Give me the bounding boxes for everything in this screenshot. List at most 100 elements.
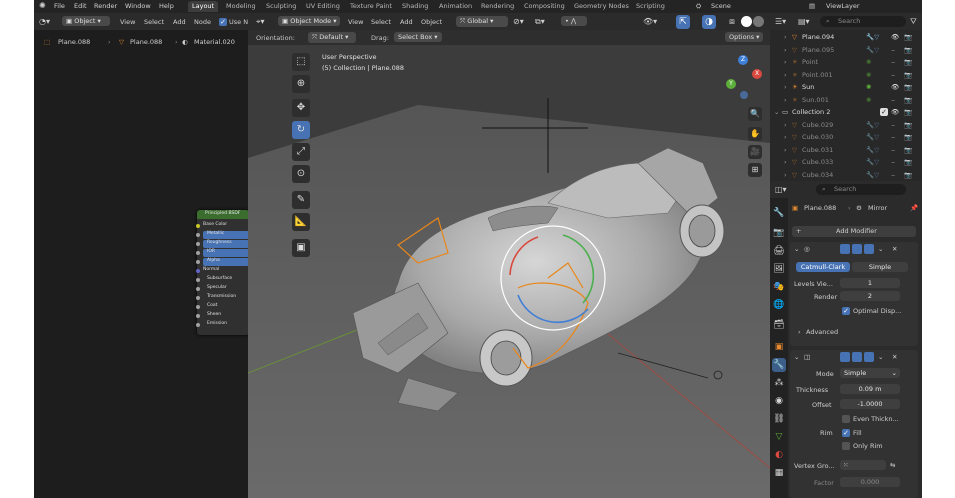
advanced-subpanel[interactable]: Advanced xyxy=(806,328,838,336)
gizmo-neg-z[interactable] xyxy=(740,91,748,99)
move-tool-icon[interactable]: ✥ xyxy=(292,99,310,117)
light-data-icon[interactable]: ✺ xyxy=(866,71,871,79)
outliner-object-row[interactable]: › ▽ Plane.094 🔧▽ 👁 📷 xyxy=(770,31,916,43)
eye-icon[interactable]: 👁 xyxy=(891,108,899,116)
socket-dot[interactable] xyxy=(196,278,200,282)
render-toggle-icon[interactable] xyxy=(864,244,874,254)
render-camera-icon[interactable]: 📷 xyxy=(904,146,912,154)
proportional-edit-icon[interactable]: • ⋀ xyxy=(561,16,587,26)
only-rim-checkbox[interactable] xyxy=(842,442,850,450)
collapse-arrow-icon[interactable]: ⌄ xyxy=(794,245,799,253)
tab-sculpting[interactable]: Sculpting xyxy=(262,1,300,12)
factor-field[interactable]: 0.000 xyxy=(840,477,900,487)
collapse-arrow-icon[interactable]: ⌄ xyxy=(794,353,799,361)
render-camera-icon[interactable]: 📷 xyxy=(904,171,912,179)
chevron-right-icon[interactable]: › xyxy=(784,58,787,66)
outliner-collection-row[interactable]: ⌄ ▭ Collection 2 ✓ 👁 📷 xyxy=(770,106,916,118)
eye-closed-icon[interactable]: ⌣ xyxy=(891,133,895,142)
outliner-object-row[interactable]: › ▽ Cube.031 🔧▽ ⌣ 📷 xyxy=(770,144,916,156)
render-camera-icon[interactable]: 📷 xyxy=(904,108,912,116)
light-data-icon[interactable]: ✺ xyxy=(866,96,871,104)
render-camera-icon[interactable]: 📷 xyxy=(904,158,912,166)
socket-dot[interactable] xyxy=(196,305,200,309)
eye-icon[interactable]: 👁 xyxy=(891,83,899,91)
node-socket-row[interactable]: Specular xyxy=(196,285,249,293)
socket-dot[interactable] xyxy=(196,323,200,327)
options-button[interactable]: Options ▾ xyxy=(725,32,763,42)
transform-tool-icon[interactable]: ⊙ xyxy=(292,165,310,183)
menu-render[interactable]: Render xyxy=(94,2,117,10)
eye-closed-icon[interactable]: ⌣ xyxy=(891,96,895,105)
outliner-search-input[interactable]: ⌕ Search xyxy=(820,16,906,27)
menu-help[interactable]: Help xyxy=(159,2,174,10)
texture-tab-icon[interactable]: ▦ xyxy=(772,466,786,480)
mode-select[interactable]: Simple ⌄ xyxy=(840,368,900,378)
modifier-tab-icon[interactable]: 🔧 xyxy=(772,358,786,372)
editor-type-icon[interactable]: ☰▾ xyxy=(775,17,786,26)
vp-menu-select[interactable]: Select xyxy=(371,18,391,26)
node-socket-row[interactable]: Subsurface xyxy=(196,276,249,284)
viewport-toggle-icon[interactable] xyxy=(852,244,862,254)
object-type-select[interactable]: ▣ Object ▾ xyxy=(62,16,110,26)
outliner[interactable]: ☰▾ ▤▾ ⌕ Search ⛛ › ▽ Plane.094 🔧▽ 👁 📷 › ▽ Plane.… xyxy=(770,13,922,181)
constraints-tab-icon[interactable]: ⛓ xyxy=(772,412,786,426)
pan-hand-icon[interactable]: ✋ xyxy=(748,127,762,141)
vp-menu-view[interactable]: View xyxy=(348,18,363,26)
socket-dot[interactable] xyxy=(196,224,200,228)
xray-icon[interactable]: ⧈ xyxy=(725,15,739,29)
edit-mode-toggle-icon[interactable] xyxy=(840,244,850,254)
node-socket-row[interactable]: IOR xyxy=(196,249,249,257)
chevron-right-icon[interactable]: › xyxy=(784,146,787,154)
offset-field[interactable]: -1.0000 xyxy=(840,399,900,409)
light-data-icon[interactable]: ✺ xyxy=(866,58,871,66)
editor-type-icon[interactable]: ◔▾ xyxy=(39,17,50,26)
simple-tab[interactable]: Simple xyxy=(852,262,908,272)
filter-icon[interactable]: ⛛ xyxy=(910,17,917,27)
render-camera-icon[interactable]: 📷 xyxy=(904,121,912,129)
physics-tab-icon[interactable]: ◉ xyxy=(772,394,786,408)
ne-menu-node[interactable]: Node xyxy=(194,18,211,26)
socket-dot[interactable] xyxy=(196,242,200,246)
light-data-icon[interactable]: ✺ xyxy=(866,83,871,91)
socket-dot[interactable] xyxy=(196,233,200,237)
transform-orientation-select[interactable]: ⤧ Global ▾ xyxy=(456,16,508,27)
mode-select[interactable]: ▣ Object Mode ▾ xyxy=(278,16,340,26)
chevron-right-icon[interactable]: › xyxy=(784,71,787,79)
blender-logo-icon[interactable]: ✺ xyxy=(39,1,46,10)
outliner-object-row[interactable]: › ▽ Cube.033 🔧▽ ⌣ 📷 xyxy=(770,156,916,168)
chevron-right-icon[interactable]: › xyxy=(784,171,787,179)
material-shading-icon[interactable] xyxy=(753,16,764,27)
chevron-right-icon[interactable]: › xyxy=(798,328,801,336)
material-tab-icon[interactable]: ◐ xyxy=(772,448,786,462)
orientation-select[interactable]: ⤧ Default ▾ xyxy=(308,32,356,43)
chevron-right-icon[interactable]: › xyxy=(784,121,787,129)
catmull-clark-tab[interactable]: Catmull-Clark xyxy=(796,262,850,272)
output-tab-icon[interactable]: 🖨 xyxy=(772,244,786,258)
tab-rendering[interactable]: Rendering xyxy=(477,1,518,12)
chevron-right-icon[interactable]: › xyxy=(784,133,787,141)
thickness-field[interactable]: 0.09 m xyxy=(840,384,900,394)
viewport-3d[interactable]: ⌖▾ ▣ Object Mode ▾ View Select Add Objec… xyxy=(248,13,770,498)
levels-field[interactable]: 1 xyxy=(840,278,900,288)
vp-menu-add[interactable]: Add xyxy=(400,18,413,26)
eye-closed-icon[interactable]: ⌣ xyxy=(891,58,895,67)
visibility-icon[interactable]: 👁▾ xyxy=(643,17,657,26)
view-layer-name[interactable]: ViewLayer xyxy=(826,2,860,10)
chevron-right-icon[interactable]: › xyxy=(784,158,787,166)
data-tab-icon[interactable]: ▽ xyxy=(772,430,786,444)
outliner-object-row[interactable]: › ▽ Cube.030 🔧▽ ⌣ 📷 xyxy=(770,131,916,143)
rotate-tool-icon[interactable]: ↻ xyxy=(292,121,310,139)
gizmo-x-axis[interactable]: X xyxy=(752,69,762,79)
modifier-icon[interactable]: 🔧▽ xyxy=(866,146,879,154)
outliner-object-row[interactable]: › ☀ Sun ✺ 👁 📷 xyxy=(770,81,916,93)
ne-menu-select[interactable]: Select xyxy=(144,18,164,26)
navigation-gizmo[interactable]: Z X Y xyxy=(724,55,764,103)
outliner-object-row[interactable]: › ▽ Plane.095 🔧▽ ⌣ 📷 xyxy=(770,44,916,56)
pivot-icon[interactable]: ⊘▾ xyxy=(513,17,524,26)
node-socket-row[interactable]: Roughness xyxy=(196,240,249,248)
node-socket-row[interactable]: Emission xyxy=(196,321,249,329)
overlay-toggle-icon[interactable]: ◑ xyxy=(702,15,716,29)
render-camera-icon[interactable]: 📷 xyxy=(904,33,912,41)
dropdown-arrow-icon[interactable]: ⌄ xyxy=(878,245,883,253)
principled-bsdf-node[interactable]: Principled BSDF Base Color Metallic Roughn… xyxy=(196,210,249,335)
